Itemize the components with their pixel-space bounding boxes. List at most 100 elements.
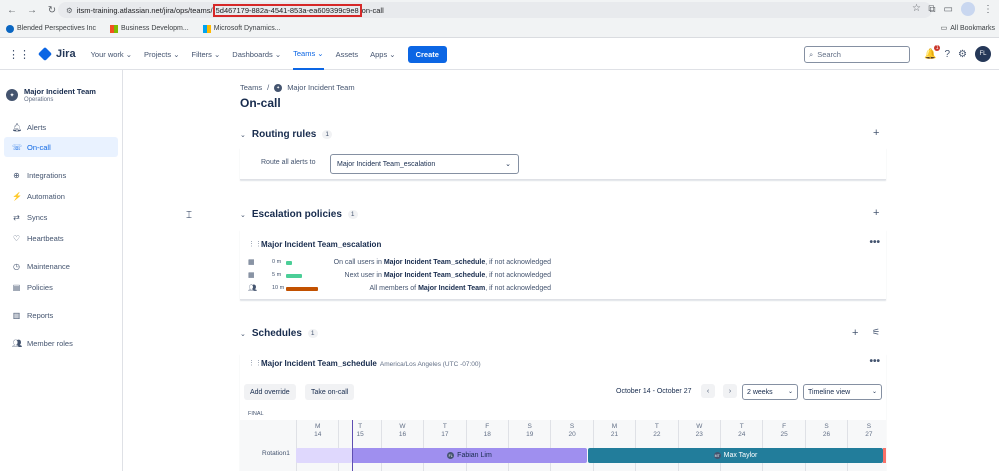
section-title: Escalation policies [251,209,342,220]
address-bar[interactable]: ⚙ itsm-training.atlassian.net/jira/ops/t… [58,2,932,18]
sidebar-item-syncs[interactable]: ⇄ Syncs [4,207,118,227]
bookmark-star-icon[interactable]: ☆ [912,3,921,14]
drag-handle-icon[interactable]: ⋮⋮ [248,240,262,248]
next-period-icon[interactable]: › [723,384,737,398]
profile-avatar[interactable] [961,2,975,16]
all-bookmarks[interactable]: ▭ All Bookmarks [941,24,995,33]
day-column-header: W 16 [380,420,423,444]
add-routing-rule-icon[interactable]: + [873,127,879,139]
day-letter: S [527,423,532,430]
day-number: 24 [738,431,746,438]
day-letter: T [739,423,744,430]
browser-menu-icon[interactable]: ⋮ [983,4,993,15]
chevron-down-icon[interactable]: ⌄ [240,131,246,139]
schedules-header[interactable]: ⌄ Schedules 1 [240,328,318,339]
user-avatar[interactable]: FL [975,46,991,62]
sidebar-item-heartbeats[interactable]: ♡ Heartbeats [4,228,118,248]
rule-time: 10 m [272,285,285,291]
url-highlighted-id: 5d467179-882a-4541-853a-ea609399c9e8 [212,3,362,17]
menu-your-work[interactable]: Your work ⌄ [91,39,132,70]
breadcrumb-teams[interactable]: Teams [240,83,262,92]
sidebar-item-maintenance[interactable]: ◷ Maintenance [4,256,118,276]
create-button[interactable]: Create [407,45,447,63]
bookmark-item[interactable]: Microsoft Dynamics... [202,24,281,33]
chevron-down-icon: ⌄ [505,161,511,168]
menu-apps[interactable]: Apps ⌄ [370,39,395,70]
day-column-header: T 22 [635,420,677,444]
add-schedule-icon[interactable]: + [852,327,858,339]
sidebar-item-reports[interactable]: ▥ Reports [4,305,118,325]
day-letter: T [358,423,363,430]
past-shift [296,448,352,463]
more-actions-icon[interactable]: ••• [869,356,880,367]
sidebar-item-on-call[interactable]: ☏ On-call [4,137,118,157]
jira-logo[interactable]: Jira [37,46,76,62]
count-badge: 1 [307,329,318,338]
sidebar-item-automation[interactable]: ⚡ Automation [4,186,118,206]
add-override-button[interactable]: Add override [244,384,296,400]
menu-filters[interactable]: Filters ⌄ [192,39,221,70]
forward-icon[interactable]: → [24,2,40,18]
escalation-rule: 👥︎ 10 m All members of Major Incident Te… [248,284,878,294]
team-subtitle: Operations [24,97,54,103]
routing-rules-header[interactable]: ⌄ Routing rules 1 [240,129,332,140]
route-label: Route all alerts to [261,159,316,166]
menu-assets[interactable]: Assets [336,39,359,70]
sidebar-item-integrations[interactable]: ⊕ Integrations [4,165,118,185]
breadcrumb-team[interactable]: Major Incident Team [287,83,354,92]
day-number: 14 [314,431,322,438]
sidebar-item-policies[interactable]: ▤ Policies [4,277,118,297]
menu-projects[interactable]: Projects ⌄ [144,39,179,70]
maintenance-icon: ◷ [13,261,20,271]
extensions-icon[interactable]: ⧉ [928,4,935,15]
take-oncall-button[interactable]: Take on-call [305,384,355,400]
sidebar-item-member-roles[interactable]: 👥︎ Member roles [4,333,118,353]
bookmark-item[interactable]: Blended Perspectives Inc [6,24,96,33]
more-actions-icon[interactable]: ••• [869,237,880,248]
search-input[interactable]: ⌕ Search [804,46,910,63]
date-range: October 14 - October 27 [616,388,692,395]
add-escalation-icon[interactable]: + [873,207,879,219]
shift-fabian-lim[interactable]: FL Fabian Lim [352,448,587,463]
route-select[interactable]: Major Incident Team_escalation ⌄ [330,154,519,174]
menu-dashboards[interactable]: Dashboards ⌄ [232,39,281,70]
chevron-down-icon[interactable]: ⌄ [240,330,246,338]
sync-icon: ⇄ [13,212,20,222]
policy-name[interactable]: Major Incident Team_escalation [261,240,381,249]
day-number: 16 [398,431,407,438]
menu-teams[interactable]: Teams ⌄ [293,39,324,70]
app-switcher-icon[interactable]: ⋮⋮ [8,48,30,61]
policies-icon: ▤ [12,282,21,292]
view-select[interactable]: Timeline view ⌄ [803,384,882,400]
bookmark-item[interactable]: Business Developm... [110,24,189,33]
site-info-icon[interactable]: ⚙ [66,6,73,15]
routing-rule-card: Route all alerts to Major Incident Team_… [240,148,886,180]
section-title: Routing rules [251,129,317,140]
search-icon: ⌕ [809,49,814,59]
sidebar-item-alerts[interactable]: 🔔︎ Alerts [4,117,118,137]
day-column-header: W 23 [677,420,720,444]
day-number: 22 [653,431,661,438]
escalation-policy-card: ⋮⋮ Major Incident Team_escalation ••• ▦ … [240,230,886,300]
drag-handle-icon[interactable]: ⋮⋮ [248,359,262,367]
settings-gear-icon[interactable]: ⚙ [958,49,967,60]
prev-period-icon[interactable]: ‹ [701,384,715,398]
escalation-policies-header[interactable]: ⌄ Escalation policies 1 [240,209,358,220]
period-select[interactable]: 2 weeks ⌄ [742,384,798,400]
shift-max-taylor[interactable]: MT Max Taylor [588,448,883,463]
integrations-icon: ⊕ [13,170,20,180]
day-column-header: S 27 [847,420,889,444]
notifications-icon[interactable]: 🔔 1 [924,44,941,60]
help-icon[interactable]: ? [944,49,950,60]
delay-bar [286,287,318,291]
day-letter: F [782,423,787,430]
back-icon[interactable]: ← [4,2,20,18]
schedule-name[interactable]: Major Incident Team_schedule America/Los … [261,359,481,368]
team-avatar-icon: ✦ [274,83,283,92]
chevron-down-icon[interactable]: ⌄ [240,211,246,219]
filter-settings-icon[interactable]: ⚟ [872,327,880,338]
day-letter: M [611,423,618,430]
day-number: 18 [483,431,491,438]
team-header[interactable]: ✦ Major Incident Team Operations [0,70,122,103]
sidepanel-icon[interactable]: ▭ [944,4,953,15]
